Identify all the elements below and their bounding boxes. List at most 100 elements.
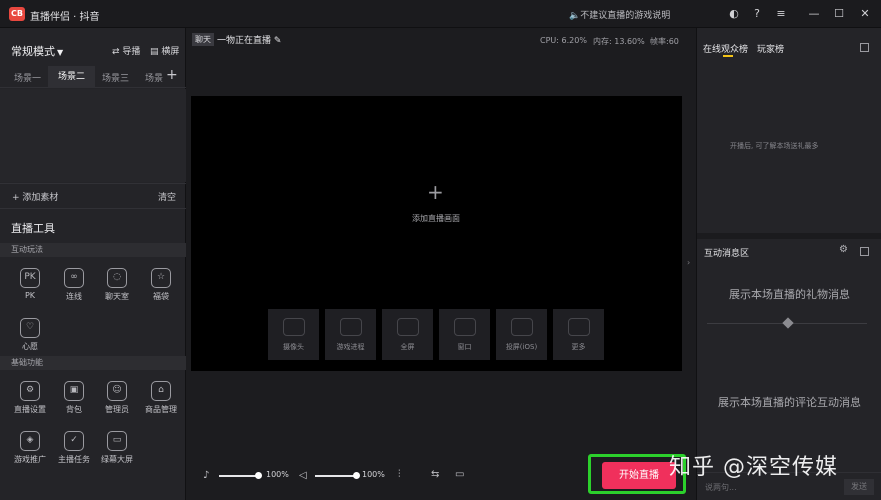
edit-icon[interactable]: ✎ (274, 36, 282, 46)
cpu-stat: CPU: 6.20% (540, 36, 587, 45)
chatroom-icon: ◌ (107, 268, 127, 288)
tool-products[interactable]: ⌂ 商品管理 (141, 381, 181, 415)
game-process-button[interactable]: 游戏进程 (325, 309, 376, 360)
lucky-bag-icon: ☆ (151, 268, 171, 288)
tool-label: 心愿 (22, 342, 38, 351)
mic-volume-slider[interactable] (219, 472, 262, 479)
popout-icon[interactable] (860, 247, 869, 256)
speaker-icon[interactable]: ◁ (299, 470, 307, 481)
tool-label: 管理员 (105, 405, 129, 414)
tool-link-mic[interactable]: ∞ 连线 (54, 268, 94, 302)
link-icon: ∞ (64, 268, 84, 288)
stream-title[interactable]: 一物正在直播 ✎ (217, 33, 281, 46)
app-logo: CB (9, 7, 25, 21)
tool-chatroom[interactable]: ◌ 聊天室 (97, 268, 137, 302)
add-scene-label[interactable]: 添加直播画面 (412, 213, 460, 224)
director-button[interactable]: ⇄ 导播 (112, 44, 140, 57)
tool-pk[interactable]: PK PK (10, 268, 50, 300)
source-list (0, 89, 186, 182)
tool-live-settings[interactable]: ⚙ 直播设置 (10, 381, 50, 415)
tool-host-tasks[interactable]: ✓ 主播任务 (54, 431, 94, 465)
tool-lucky-bag[interactable]: ☆ 福袋 (141, 268, 181, 302)
fullscreen-button[interactable]: 全屏 (382, 309, 433, 360)
mixer-icon[interactable]: ⫶ (398, 469, 401, 480)
watermark: 知乎 @深空传媒 (669, 455, 838, 480)
tab-scene-4[interactable]: 场景 (145, 71, 163, 84)
gift-message-placeholder: 展示本场直播的礼物消息 (729, 288, 850, 301)
popout-icon[interactable] (860, 43, 869, 52)
tab-player-rank[interactable]: 玩家榜 (757, 42, 784, 55)
preview-stage[interactable]: + 添加直播画面 摄像头 游戏进程 全屏 窗口 投屏(iOS) 更多 (191, 96, 682, 371)
window-icon (453, 318, 476, 336)
more-button[interactable]: 更多 (553, 309, 604, 360)
add-scene-icon[interactable]: + (166, 67, 178, 83)
tool-wish[interactable]: ♡ 心愿 (10, 318, 50, 352)
tool-label: 背包 (66, 405, 82, 414)
ios-cast-button[interactable]: 投屏(iOS) (496, 309, 547, 360)
slider-knob[interactable] (255, 472, 262, 479)
tool-label: 连线 (66, 292, 82, 301)
caret-down-icon: ▼ (57, 48, 64, 57)
pk-icon: PK (20, 268, 40, 288)
tools-title: 直播工具 (11, 222, 55, 235)
section-interactive: 互动玩法 (0, 243, 186, 257)
wish-icon: ♡ (20, 318, 40, 338)
screen-icon: ▭ (107, 431, 127, 451)
help-icon[interactable]: ? (748, 5, 766, 23)
app-title: 直播伴侣 · 抖音 (30, 12, 100, 23)
tab-underline (723, 55, 733, 57)
menu-icon[interactable]: ≡ (772, 5, 790, 23)
section-basic: 基础功能 (0, 356, 186, 370)
tool-backpack[interactable]: ▣ 背包 (54, 381, 94, 415)
slider-knob[interactable] (353, 472, 360, 479)
fps-stat: 帧率:60 (650, 37, 679, 46)
screen-switch-icon[interactable]: ⇆ (431, 469, 439, 480)
tool-label: 主播任务 (58, 455, 90, 464)
title-bar: CB 直播伴侣 · 抖音 🔈不建议直播的游戏说明 ◐ ? ≡ — ☐ ✕ (0, 0, 881, 28)
tab-online-audience[interactable]: 在线观众榜 (703, 42, 748, 55)
drag-handle[interactable] (782, 317, 794, 329)
maximize-icon[interactable]: ☐ (830, 5, 848, 23)
tool-game-promo[interactable]: ◈ 游戏推广 (10, 431, 50, 465)
game-notice-link[interactable]: 🔈不建议直播的游戏说明 (569, 8, 670, 21)
camera-icon (282, 318, 305, 336)
window-button[interactable]: 窗口 (439, 309, 490, 360)
tool-label: PK (24, 291, 36, 300)
video-camera-icon[interactable]: ▭ (455, 469, 464, 480)
shop-icon: ⌂ (151, 381, 171, 401)
minimize-icon[interactable]: — (805, 5, 823, 23)
mic-volume-value: 100% (266, 470, 289, 479)
message-area-title: 互动消息区 (704, 249, 750, 259)
tool-label: 直播设置 (14, 405, 46, 414)
mic-icon[interactable]: ♪ (203, 470, 209, 481)
send-button[interactable]: 发送 (844, 479, 874, 495)
speaker-volume-slider[interactable] (315, 472, 360, 479)
divider (697, 233, 881, 239)
comment-input[interactable]: 说两句... (705, 482, 737, 493)
collapse-arrow-icon[interactable]: › (687, 258, 690, 267)
camera-button[interactable]: 摄像头 (268, 309, 319, 360)
tool-label: 福袋 (153, 292, 169, 301)
settings-icon[interactable]: ◐ (725, 5, 743, 23)
tool-admin[interactable]: ☺ 管理员 (97, 381, 137, 415)
tasks-icon: ✓ (64, 431, 84, 451)
close-icon[interactable]: ✕ (856, 5, 874, 23)
more-icon (567, 318, 590, 336)
tab-scene-2[interactable]: 场景二 (48, 66, 96, 88)
category-tag[interactable]: 聊天 (192, 33, 214, 46)
source-toolbar: + 添加素材 清空 (0, 183, 186, 209)
tool-green-screen[interactable]: ▭ 绿幕大屏 (97, 431, 137, 465)
landscape-button[interactable]: ▤ 横屏 (150, 44, 179, 57)
tab-scene-3[interactable]: 场景三 (102, 71, 129, 84)
gear-icon[interactable]: ⚙ (839, 244, 848, 255)
clear-sources-button[interactable]: 清空 (158, 190, 176, 203)
gamepad-icon (339, 318, 362, 336)
start-live-button[interactable]: 开始直播 (602, 462, 676, 489)
rank-hint: 开播后, 可了解本场送礼最多 (730, 142, 819, 150)
gamepad-icon: ◈ (20, 431, 40, 451)
tab-scene-1[interactable]: 场景一 (14, 71, 41, 84)
plus-icon[interactable]: + (427, 180, 444, 204)
mode-select[interactable]: 常规模式 ▼ (11, 43, 63, 59)
right-panel: 在线观众榜 玩家榜 开播后, 可了解本场送礼最多 互动消息区 ⚙ 展示本场直播的… (696, 28, 881, 500)
add-source-button[interactable]: + 添加素材 (12, 190, 58, 203)
